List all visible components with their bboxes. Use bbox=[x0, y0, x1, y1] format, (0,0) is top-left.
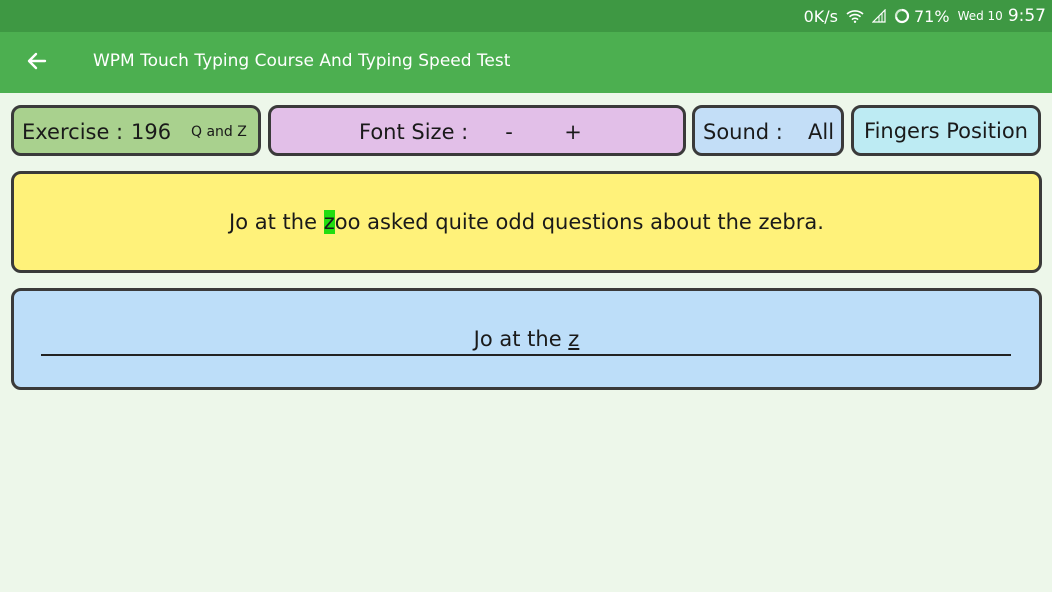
fingers-position-button[interactable]: Fingers Position bbox=[851, 105, 1041, 156]
sound-value: All bbox=[808, 120, 835, 144]
font-increase-button[interactable]: + bbox=[561, 120, 585, 144]
target-text: Jo at the zoo asked quite odd questions … bbox=[229, 210, 824, 234]
battery-percent: 71% bbox=[914, 6, 950, 26]
back-button[interactable] bbox=[22, 48, 52, 78]
signal-icon bbox=[872, 9, 886, 23]
fingers-position-label: Fingers Position bbox=[864, 118, 1028, 143]
input-underline bbox=[41, 354, 1011, 356]
wifi-icon bbox=[846, 9, 864, 23]
exercise-label: Exercise : bbox=[22, 120, 124, 144]
status-day: Wed 10 bbox=[957, 9, 1003, 23]
network-speed: 0K/s bbox=[803, 6, 838, 26]
status-time: 9:57 bbox=[1007, 6, 1046, 26]
target-text-remaining: oo asked quite odd questions about the z… bbox=[334, 210, 824, 234]
font-size-control: Font Size : - + bbox=[268, 105, 686, 156]
app-bar: WPM Touch Typing Course And Typing Speed… bbox=[0, 32, 1052, 93]
typing-input[interactable]: Jo at the z bbox=[14, 327, 1039, 351]
typed-text: Jo at the bbox=[473, 327, 569, 351]
target-text-done: Jo at the bbox=[229, 210, 324, 234]
battery-icon bbox=[894, 8, 910, 24]
font-decrease-button[interactable]: - bbox=[497, 120, 521, 144]
arrow-left-icon bbox=[25, 49, 49, 77]
app-title: WPM Touch Typing Course And Typing Speed… bbox=[93, 51, 511, 71]
exercise-button[interactable]: Exercise : 196 Q and Z bbox=[11, 105, 261, 156]
exercise-number: 196 bbox=[131, 120, 172, 144]
target-current-char: z bbox=[323, 210, 335, 234]
font-size-label: Font Size : bbox=[359, 120, 469, 144]
sound-label: Sound : bbox=[703, 120, 783, 144]
typed-current-char: z bbox=[568, 327, 580, 351]
target-text-panel: Jo at the zoo asked quite odd questions … bbox=[11, 171, 1042, 273]
exercise-keys: Q and Z bbox=[191, 124, 247, 140]
status-bar: 0K/s 71% Wed 10 9:57 bbox=[0, 0, 1052, 32]
typing-input-panel[interactable]: Jo at the z bbox=[11, 288, 1042, 390]
sound-button[interactable]: Sound : All bbox=[692, 105, 844, 156]
